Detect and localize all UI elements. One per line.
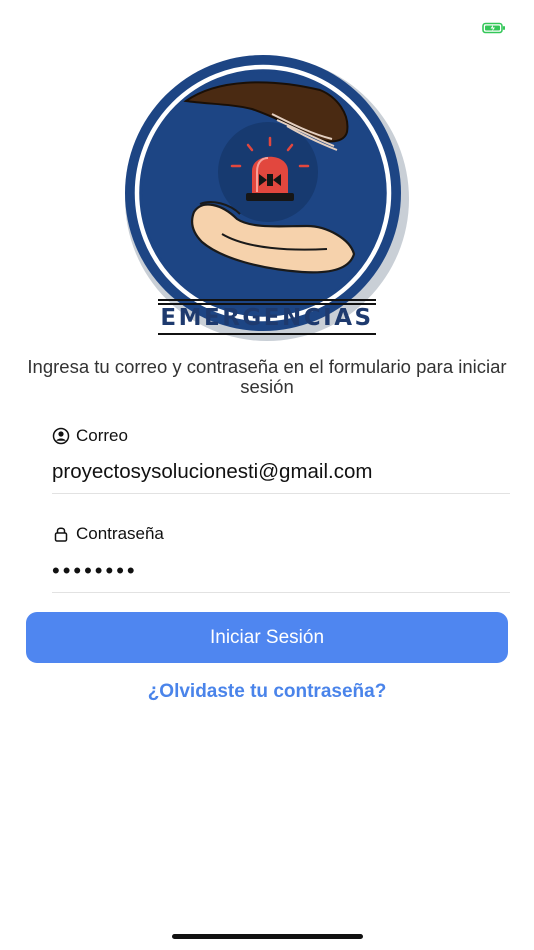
battery-icon [482, 22, 505, 34]
password-label-text: Contraseña [76, 524, 164, 543]
password-field[interactable]: •••••••• [52, 558, 510, 584]
login-instructions: Ingresa tu correo y contraseña en el for… [27, 356, 507, 397]
lock-icon [54, 527, 68, 542]
password-divider [52, 592, 510, 593]
forgot-password-link[interactable]: ¿Olvidaste tu contraseña? [0, 681, 534, 703]
email-field[interactable] [52, 459, 510, 485]
logo-text: EMERGENCIAS [160, 305, 374, 331]
email-divider [52, 493, 510, 494]
email-label: Correo [52, 426, 128, 446]
user-circle-icon [52, 427, 70, 445]
email-label-text: Correo [76, 426, 128, 445]
logo-rule-bottom [158, 333, 376, 335]
login-button[interactable]: Iniciar Sesión [26, 612, 508, 663]
home-indicator[interactable] [172, 934, 363, 939]
logo-rule-top [158, 299, 376, 301]
password-label: Contraseña [52, 524, 164, 544]
